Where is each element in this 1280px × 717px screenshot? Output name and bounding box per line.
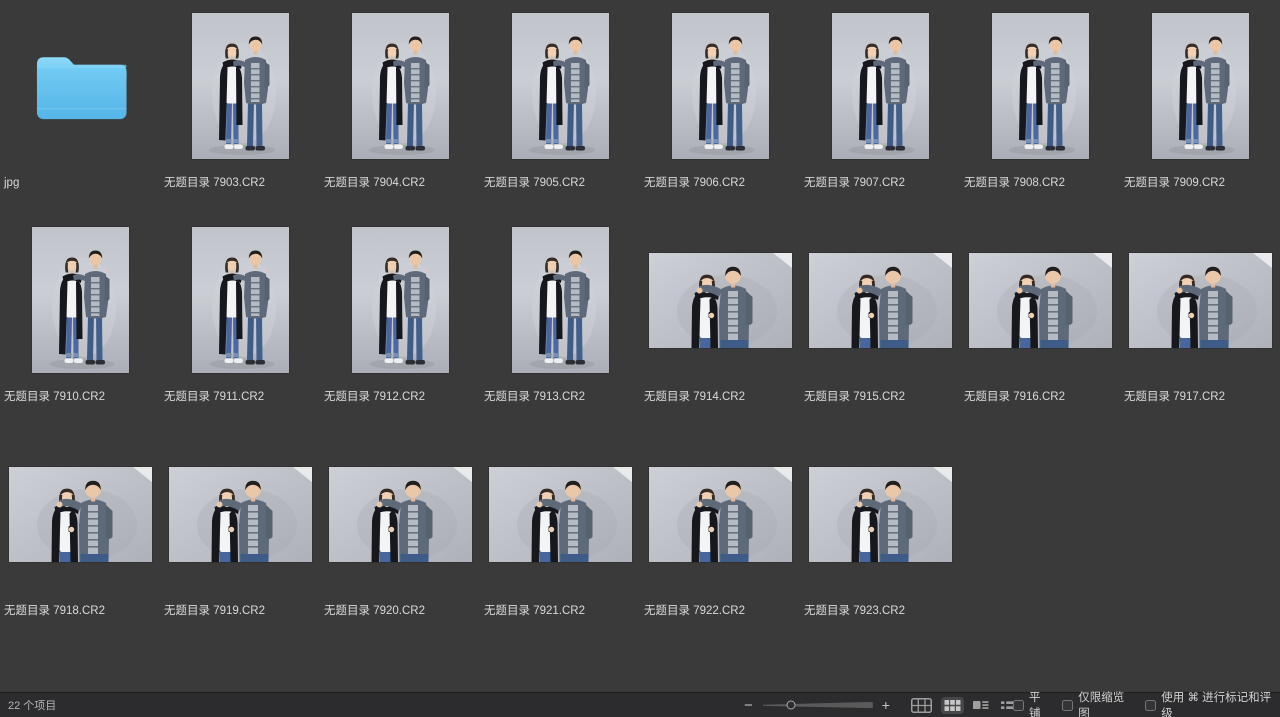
table-view-icon (911, 698, 932, 713)
photo-thumbnail (809, 253, 952, 348)
grid-item-photo[interactable]: 无题目录 7922.CR2 (640, 441, 800, 655)
photo-thumbnail (649, 467, 792, 562)
file-name-label: 无题目录 7911.CR2 (160, 390, 320, 404)
grid-item-photo[interactable]: 无题目录 7920.CR2 (320, 441, 480, 655)
thumbnails-only-checkbox[interactable] (1062, 700, 1073, 711)
grid-item-photo[interactable]: 无题目录 7906.CR2 (640, 13, 800, 227)
photo-thumbnail (32, 227, 129, 373)
file-name-label: jpg (0, 176, 160, 190)
thumbnail-size-slider[interactable] (763, 698, 873, 713)
file-name-label: 无题目录 7905.CR2 (480, 176, 640, 190)
file-name-label: 无题目录 7918.CR2 (0, 604, 160, 618)
photo-thumbnail (352, 13, 449, 159)
file-name-label: 无题目录 7923.CR2 (800, 604, 960, 618)
photo-thumbnail (1129, 253, 1272, 348)
file-name-label: 无题目录 7914.CR2 (640, 390, 800, 404)
grid-item-photo[interactable]: 无题目录 7916.CR2 (960, 227, 1120, 441)
thumbnail-grid-view-button[interactable] (941, 697, 964, 714)
grid-item-photo[interactable]: 无题目录 7913.CR2 (480, 227, 640, 441)
thumbnails-only-checkbox-label: 仅限缩览图 (1078, 689, 1134, 717)
file-name-label: 无题目录 7916.CR2 (960, 390, 1120, 404)
view-mode-buttons (908, 693, 1019, 717)
slider-thumb[interactable] (787, 701, 796, 710)
folder-icon (33, 46, 128, 126)
file-name-label: 无题目录 7921.CR2 (480, 604, 640, 618)
option-tile[interactable]: 平铺 (1013, 689, 1051, 717)
thumbnail-list-view-icon (973, 699, 989, 711)
photo-thumbnail (352, 227, 449, 373)
option-cmd-tag-rate[interactable]: 使用 ⌘ 进行标记和评级 (1145, 689, 1280, 717)
file-name-label: 无题目录 7917.CR2 (1120, 390, 1280, 404)
thumbnail-grid-view-icon (944, 699, 961, 712)
grid-item-photo[interactable]: 无题目录 7911.CR2 (160, 227, 320, 441)
photo-thumbnail (672, 13, 769, 159)
grid-item-photo[interactable]: 无题目录 7914.CR2 (640, 227, 800, 441)
photo-thumbnail (192, 227, 289, 373)
photo-thumbnail (992, 13, 1089, 159)
grid-item-photo[interactable]: 无题目录 7923.CR2 (800, 441, 960, 655)
grid-item-photo[interactable]: 无题目录 7904.CR2 (320, 13, 480, 227)
file-name-label: 无题目录 7903.CR2 (160, 176, 320, 190)
grid-item-photo[interactable]: 无题目录 7905.CR2 (480, 13, 640, 227)
grid-item-photo[interactable]: 无题目录 7907.CR2 (800, 13, 960, 227)
file-name-label: 无题目录 7912.CR2 (320, 390, 480, 404)
file-name-label: 无题目录 7913.CR2 (480, 390, 640, 404)
grid-item-folder[interactable]: jpg (0, 13, 160, 227)
thumbnail-grid: jpg 无题目录 7903.CR2 无题目录 7904.CR2 无题目录 790… (0, 0, 1280, 692)
photo-thumbnail (192, 13, 289, 159)
photo-thumbnail (1152, 13, 1249, 159)
photo-thumbnail (969, 253, 1112, 348)
file-name-label: 无题目录 7915.CR2 (800, 390, 960, 404)
photo-thumbnail (832, 13, 929, 159)
grid-item-photo[interactable]: 无题目录 7919.CR2 (160, 441, 320, 655)
grid-item-photo[interactable]: 无题目录 7918.CR2 (0, 441, 160, 655)
file-name-label: 无题目录 7910.CR2 (0, 390, 160, 404)
file-name-label: 无题目录 7922.CR2 (640, 604, 800, 618)
photo-thumbnail (9, 467, 152, 562)
table-view-button[interactable] (908, 696, 935, 715)
file-name-label: 无题目录 7907.CR2 (800, 176, 960, 190)
zoom-in-button[interactable]: + (882, 698, 890, 712)
thumbnail-list-view-button[interactable] (970, 697, 992, 713)
cmd-tag-rate-checkbox[interactable] (1145, 700, 1156, 711)
cmd-tag-rate-checkbox-label: 使用 ⌘ 进行标记和评级 (1161, 689, 1280, 717)
grid-item-photo[interactable]: 无题目录 7909.CR2 (1120, 13, 1280, 227)
photo-thumbnail (489, 467, 632, 562)
grid-item-photo[interactable]: 无题目录 7908.CR2 (960, 13, 1120, 227)
item-count: 22 个项目 (8, 693, 56, 717)
file-name-label: 无题目录 7906.CR2 (640, 176, 800, 190)
file-name-label: 无题目录 7909.CR2 (1120, 176, 1280, 190)
photo-thumbnail (169, 467, 312, 562)
grid-item-photo[interactable]: 无题目录 7915.CR2 (800, 227, 960, 441)
photo-thumbnail (512, 227, 609, 373)
grid-item-photo[interactable]: 无题目录 7910.CR2 (0, 227, 160, 441)
photo-thumbnail (329, 467, 472, 562)
thumbnail-size-controls: − + (744, 693, 890, 717)
tile-checkbox[interactable] (1013, 700, 1024, 711)
photo-thumbnail (649, 253, 792, 348)
status-bar: 22 个项目 − + (0, 692, 1280, 717)
file-name-label: 无题目录 7920.CR2 (320, 604, 480, 618)
grid-item-photo[interactable]: 无题目录 7921.CR2 (480, 441, 640, 655)
grid-item-photo[interactable]: 无题目录 7917.CR2 (1120, 227, 1280, 441)
file-name-label: 无题目录 7919.CR2 (160, 604, 320, 618)
option-thumbnails-only[interactable]: 仅限缩览图 (1062, 689, 1134, 717)
zoom-out-button[interactable]: − (744, 698, 753, 713)
photo-thumbnail (809, 467, 952, 562)
photo-thumbnail (512, 13, 609, 159)
display-options: 平铺 仅限缩览图 使用 ⌘ 进行标记和评级 (1013, 693, 1280, 717)
grid-item-photo[interactable]: 无题目录 7903.CR2 (160, 13, 320, 227)
slider-track[interactable] (763, 702, 873, 709)
grid-item-photo[interactable]: 无题目录 7912.CR2 (320, 227, 480, 441)
file-name-label: 无题目录 7908.CR2 (960, 176, 1120, 190)
tile-checkbox-label: 平铺 (1029, 689, 1051, 717)
file-name-label: 无题目录 7904.CR2 (320, 176, 480, 190)
